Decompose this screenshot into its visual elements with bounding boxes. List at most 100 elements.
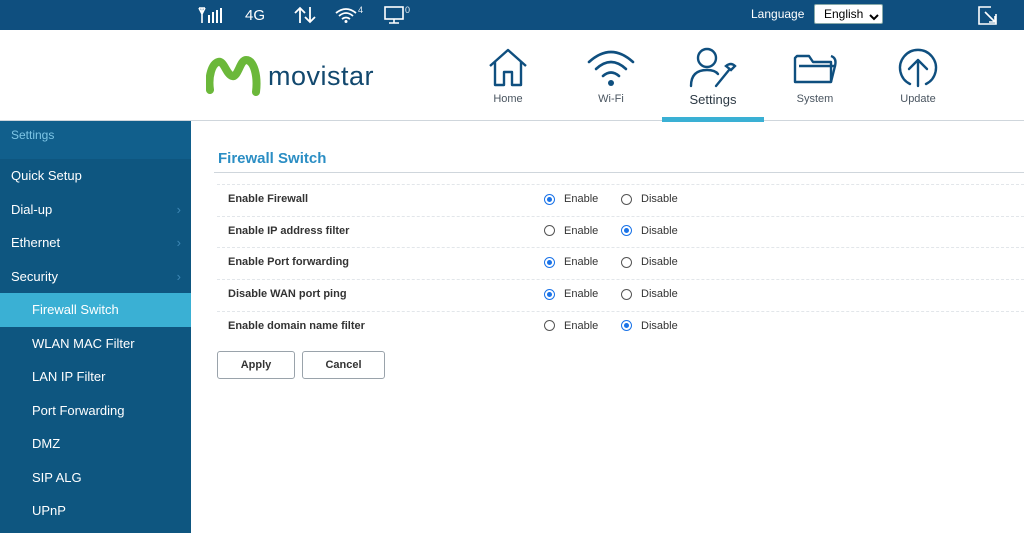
sidebar-item-lan-ip-filter[interactable]: LAN IP Filter <box>0 360 191 394</box>
sidebar-item-label: Security <box>11 268 58 284</box>
chevron-down-icon <box>869 9 879 27</box>
disable-radio-label: Disable <box>641 224 678 237</box>
enable-radio-label: Enable <box>564 319 599 332</box>
disable-radio-label: Disable <box>641 288 678 301</box>
sidebar-item-label: SIP ALG <box>32 469 82 485</box>
option-label: Disable WAN port ping <box>228 288 347 301</box>
firewall-option-row: Enable IP address filter Enable Disable <box>217 215 1024 248</box>
disable-radio-option[interactable]: Disable <box>621 320 678 332</box>
disable-radio[interactable] <box>621 225 632 237</box>
disable-radio-label: Disable <box>641 319 678 332</box>
transfer-arrows-icon <box>294 5 316 25</box>
apply-button[interactable]: Apply <box>217 351 295 379</box>
sidebar-item-port-forwarding[interactable]: Port Forwarding <box>0 394 191 428</box>
sidebar-item-upnp[interactable]: UPnP <box>0 494 191 528</box>
signal-icon <box>198 5 226 25</box>
enable-radio-option[interactable]: Enable <box>544 256 598 268</box>
option-label: Enable Firewall <box>228 193 309 205</box>
status-bar: 4G 4 0 Language English <box>0 0 1024 30</box>
brand-name: movistar <box>268 60 375 91</box>
logout-icon[interactable] <box>978 6 998 30</box>
header: movistar Home Wi-Fi Settings System Upda… <box>0 30 1024 122</box>
user-settings-icon <box>689 47 737 88</box>
nav-update[interactable]: Update <box>867 30 969 121</box>
chevron-right-icon: › <box>176 235 181 250</box>
option-label: Enable IP address filter <box>228 224 350 237</box>
enable-radio-label: Enable <box>564 193 599 205</box>
nav-settings-label: Settings <box>689 92 737 107</box>
language-select[interactable]: English <box>814 4 883 24</box>
sidebar-item-label: Firewall Switch <box>32 302 119 317</box>
language-label: Language <box>751 7 805 21</box>
page-title: Firewall Switch <box>218 150 327 167</box>
enable-radio-label: Enable <box>564 256 599 269</box>
cancel-button[interactable]: Cancel <box>302 351 385 379</box>
sidebar-item-label: LAN IP Filter <box>32 369 106 384</box>
nav-home[interactable]: Home <box>457 30 559 121</box>
movistar-logo: movistar <box>206 56 374 96</box>
disable-radio-label: Disable <box>641 193 678 205</box>
enable-radio-option[interactable]: Enable <box>544 288 598 300</box>
enable-radio-option[interactable]: Enable <box>544 320 598 332</box>
disable-radio[interactable] <box>621 320 632 332</box>
wifi-client-count: 4 <box>358 5 364 15</box>
wifi-icon <box>587 50 635 86</box>
enable-radio-option[interactable]: Enable <box>544 225 598 237</box>
language-value: English <box>824 7 864 21</box>
upload-icon <box>898 48 938 88</box>
sidebar-item-label: UPnP <box>32 503 66 518</box>
enable-radio[interactable] <box>544 256 555 268</box>
folder-icon <box>793 54 837 84</box>
sidebar-item-quick-setup[interactable]: Quick Setup <box>0 159 191 193</box>
sidebar-item-sip-alg[interactable]: SIP ALG <box>0 461 191 495</box>
enable-radio[interactable] <box>544 288 555 300</box>
monitor-icon <box>384 6 404 24</box>
option-label: Enable Port forwarding <box>228 256 350 269</box>
option-label: Enable domain name filter <box>228 319 365 332</box>
sidebar-item-firewall-switch[interactable]: Firewall Switch <box>0 293 191 327</box>
sidebar-item-dmz[interactable]: DMZ <box>0 427 191 461</box>
disable-radio[interactable] <box>621 193 632 205</box>
home-icon <box>489 48 527 87</box>
title-divider <box>214 172 1024 173</box>
sidebar-header: Settings <box>0 121 191 159</box>
firewall-option-row: Disable WAN port ping Enable Disable <box>217 279 1024 311</box>
enable-radio-label: Enable <box>564 224 599 237</box>
movistar-m-icon <box>206 56 261 96</box>
disable-radio-option[interactable]: Disable <box>621 288 678 300</box>
sidebar-item-label: Port Forwarding <box>32 402 125 418</box>
enable-radio-option[interactable]: Enable <box>544 193 598 205</box>
sidebar-item-label: Quick Setup <box>11 168 82 183</box>
chevron-right-icon: › <box>176 268 181 284</box>
sidebar-item-dialup[interactable]: Dial-up › <box>0 193 191 227</box>
firewall-option-row: Enable Firewall Enable Disable <box>217 184 1024 216</box>
disable-radio-label: Disable <box>641 256 678 269</box>
main-content: Firewall Switch Enable Firewall Enable Dis… <box>191 121 1024 533</box>
disable-radio[interactable] <box>621 288 632 300</box>
disable-radio[interactable] <box>621 256 632 268</box>
chevron-right-icon: › <box>176 201 181 217</box>
sidebar-item-security[interactable]: Security › <box>0 260 191 294</box>
sidebar-item-wlan-mac-filter[interactable]: WLAN MAC Filter <box>0 327 191 361</box>
sidebar-item-label: Ethernet <box>11 235 61 250</box>
disable-radio-option[interactable]: Disable <box>621 225 678 237</box>
enable-radio[interactable] <box>544 320 555 332</box>
nav-wifi[interactable]: Wi-Fi <box>560 30 662 121</box>
sidebar: Settings Quick Setup Dial-up › Ethernet › … <box>0 121 191 533</box>
sidebar-item-ethernet[interactable]: Ethernet › <box>0 226 191 260</box>
nav-system[interactable]: System <box>764 30 866 121</box>
nav-system-label: System <box>796 93 834 105</box>
sidebar-item-label: WLAN MAC Filter <box>32 335 135 351</box>
enable-radio[interactable] <box>544 225 555 237</box>
lan-client-count: 0 <box>405 5 411 15</box>
enable-radio-label: Enable <box>564 288 599 301</box>
disable-radio-option[interactable]: Disable <box>621 256 678 268</box>
firewall-option-row: Enable domain name filter Enable Disable <box>217 310 1024 343</box>
nav-settings[interactable]: Settings <box>662 30 764 122</box>
wifi-icon <box>335 7 357 23</box>
disable-radio-option[interactable]: Disable <box>621 193 678 205</box>
network-type: 4G <box>245 6 266 24</box>
nav-wifi-label: Wi-Fi <box>598 93 624 105</box>
nav-update-label: Update <box>900 93 936 105</box>
enable-radio[interactable] <box>544 193 555 205</box>
